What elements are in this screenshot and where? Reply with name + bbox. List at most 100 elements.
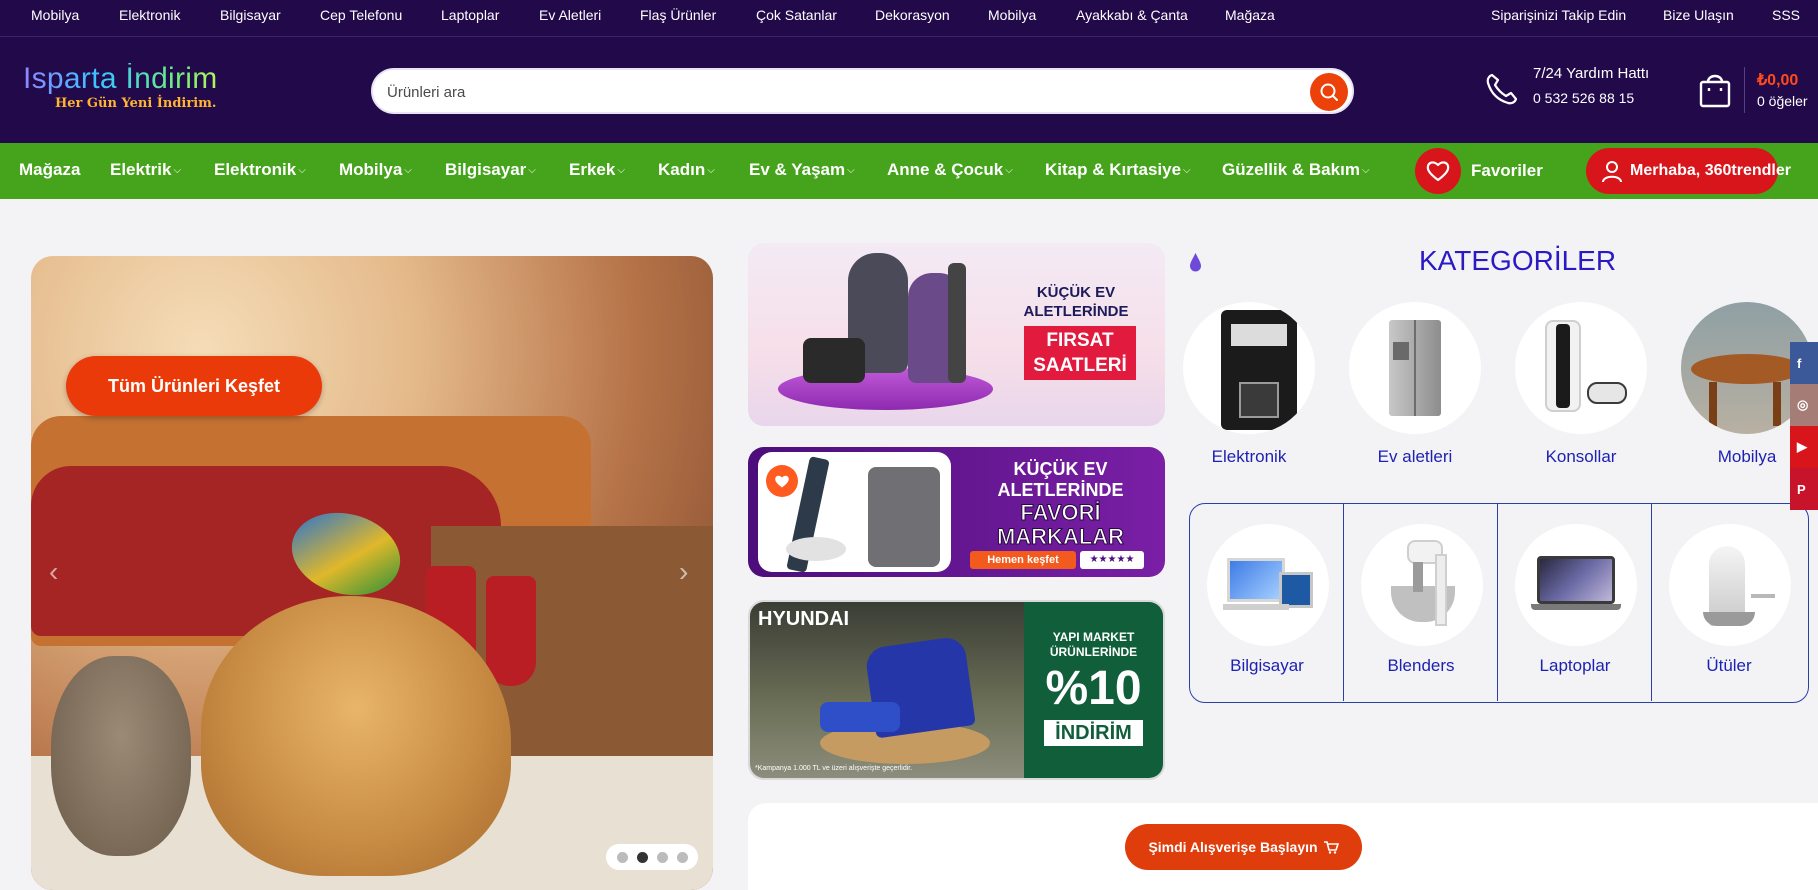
slider-dot[interactable]	[676, 851, 688, 863]
nav-item-elektrik[interactable]: Elektrik ⌵	[110, 160, 181, 180]
site-header: Isparta İndirim Her Gün Yeni İndirim. 7/…	[0, 37, 1818, 143]
categories-title: KATEGORİLER	[1419, 245, 1617, 276]
banner-tag: FIRSAT SAATLERİ	[1024, 326, 1136, 380]
banner-hyundai-discount[interactable]: HYUNDAI *Kampanya 1.000 TL ve üzeri alış…	[748, 600, 1165, 780]
category-blenders[interactable]: Blenders	[1344, 504, 1498, 701]
nav-item-bilgisayar[interactable]: Bilgisayar ⌵	[445, 160, 536, 180]
drop-icon	[1190, 253, 1201, 272]
top-link-dekorasyon[interactable]: Dekorasyon	[875, 0, 950, 30]
category-image	[1515, 524, 1637, 646]
category-image	[1349, 302, 1481, 434]
slider-dot-active[interactable]	[636, 851, 648, 863]
category-konsollar[interactable]: Konsollar	[1506, 302, 1656, 467]
category-label: Ev aletleri	[1377, 447, 1453, 466]
help-title: 7/24 Yardım Hattı	[1533, 65, 1650, 82]
account-button[interactable]: Merhaba, 360trendler	[1586, 148, 1791, 194]
facebook-icon[interactable]: f	[1790, 342, 1818, 384]
category-image	[1183, 302, 1315, 434]
category-bilgisayar[interactable]: Bilgisayar	[1190, 504, 1344, 701]
youtube-icon[interactable]: ▶	[1790, 426, 1818, 468]
top-link-elektronik[interactable]: Elektronik	[119, 0, 180, 30]
start-shopping-label: Şimdi Alışverişe Başlayın	[1148, 839, 1318, 855]
power-tool-image	[820, 702, 900, 732]
start-shopping-button[interactable]: Şimdi Alışverişe Başlayın	[1125, 824, 1362, 870]
slider-dot[interactable]	[616, 851, 628, 863]
nav-item-erkek[interactable]: Erkek ⌵	[569, 160, 625, 180]
cart-divider	[1744, 67, 1745, 113]
top-link-cok-satanlar[interactable]: Çok Satanlar	[756, 0, 837, 30]
banner-heading: KÜÇÜK EV ALETLERİNDE	[997, 459, 1124, 500]
category-laptoplar[interactable]: Laptoplar	[1498, 504, 1652, 701]
pinterest-icon[interactable]: P	[1790, 468, 1818, 510]
instagram-icon[interactable]: ◎	[1790, 384, 1818, 426]
explore-all-products-button[interactable]: Tüm Ürünleri Keşfet	[66, 356, 322, 416]
banner-brand: HYUNDAI	[758, 608, 850, 630]
top-bar: Mobilya Elektronik Bilgisayar Cep Telefo…	[0, 0, 1818, 37]
category-image	[1361, 524, 1483, 646]
top-link-bize-ulasin[interactable]: Bize Ulaşın	[1663, 0, 1734, 30]
cart-count[interactable]: 0 öğeler	[1757, 93, 1808, 109]
top-link-ev-aletleri[interactable]: Ev Aletleri	[539, 0, 601, 30]
heart-icon	[766, 465, 798, 497]
nav-item-kadin[interactable]: Kadın ⌵	[658, 160, 715, 180]
top-link-mobilya-2[interactable]: Mobilya	[988, 0, 1036, 30]
category-utuler[interactable]: Ütüler	[1652, 504, 1806, 701]
discover-now-button[interactable]: Hemen keşfet	[970, 551, 1076, 569]
banner-offer-line: YAPI MARKET ÜRÜNLERİNDE	[1049, 630, 1138, 659]
banner-offer-word: İNDİRİM	[1044, 720, 1143, 746]
nav-item-elektronik[interactable]: Elektronik ⌵	[214, 160, 306, 180]
banner-favorite-brands[interactable]: KÜÇÜK EV ALETLERİNDE FAVORİ MARKALAR Hem…	[748, 447, 1165, 577]
slider-next-arrow[interactable]: ›	[679, 556, 688, 588]
category-image	[1669, 524, 1791, 646]
top-link-siparis-takip[interactable]: Siparişinizi Takip Edin	[1491, 0, 1626, 30]
chevron-down-icon: ⌵	[1183, 165, 1191, 176]
category-elektronik[interactable]: Elektronik	[1174, 302, 1324, 467]
category-label: Blenders	[1387, 656, 1455, 675]
cart-icon[interactable]	[1698, 70, 1732, 108]
site-logo[interactable]: Isparta İndirim Her Gün Yeni İndirim.	[23, 62, 218, 112]
top-link-cep-telefonu[interactable]: Cep Telefonu	[320, 0, 402, 30]
category-ev-aletleri[interactable]: Ev aletleri	[1340, 302, 1490, 467]
cart-total[interactable]: ₺0,00	[1757, 70, 1798, 90]
top-link-magaza[interactable]: Mağaza	[1225, 0, 1275, 30]
slider-prev-arrow[interactable]: ‹	[49, 556, 58, 588]
nav-item-magaza[interactable]: Mağaza	[19, 160, 80, 180]
top-link-mobilya[interactable]: Mobilya	[31, 0, 79, 30]
help-phone: 0 532 526 88 15	[1533, 90, 1635, 106]
banner-small-appliances-deals[interactable]: KÜÇÜK EV ALETLERİNDE FIRSAT SAATLERİ	[748, 243, 1165, 426]
chevron-down-icon: ⌵	[1005, 165, 1013, 176]
category-label: Elektronik	[1211, 447, 1287, 466]
search-bar	[371, 68, 1354, 114]
nav-item-ev-yasam[interactable]: Ev & Yaşam ⌵	[749, 160, 855, 180]
rating-stars: ★★★★★	[1080, 551, 1144, 569]
nav-item-kitap-kirtasiye[interactable]: Kitap & Kırtasiye ⌵	[1045, 160, 1191, 180]
top-link-bilgisayar[interactable]: Bilgisayar	[220, 0, 281, 30]
nav-item-mobilya[interactable]: Mobilya ⌵	[339, 160, 412, 180]
category-label: Konsollar	[1545, 447, 1617, 466]
banner-tag: FAVORİ MARKALAR	[996, 500, 1125, 549]
banner-heading: KÜÇÜK EV ALETLERİNDE	[1023, 284, 1129, 320]
hero-slider[interactable]: Tüm Ürünleri Keşfet ‹ ›	[31, 256, 713, 890]
slider-dots	[606, 844, 698, 870]
heart-icon	[1426, 161, 1450, 182]
nav-item-anne-cocuk[interactable]: Anne & Çocuk ⌵	[887, 160, 1013, 180]
cart-icon	[1323, 840, 1339, 854]
search-button[interactable]	[1310, 73, 1348, 111]
top-link-flas-urunler[interactable]: Flaş Ürünler	[640, 0, 716, 30]
chevron-down-icon: ⌵	[1361, 165, 1370, 176]
chevron-down-icon: ⌵	[707, 165, 715, 176]
top-link-laptoplar[interactable]: Laptoplar	[441, 0, 499, 30]
banner-fine-print: *Kampanya 1.000 TL ve üzeri alışverişte …	[755, 765, 913, 772]
top-link-sss[interactable]: SSS	[1772, 0, 1800, 30]
hero-image-stocking	[486, 576, 536, 686]
top-link-ayakkabi-canta[interactable]: Ayakkabı & Çanta	[1076, 0, 1188, 30]
robot-vacuum-image	[786, 537, 846, 561]
stick-vacuum-image	[948, 263, 966, 383]
nav-item-guzellik-bakim[interactable]: Güzellik & Bakım ⌵	[1222, 160, 1370, 180]
search-input[interactable]	[387, 80, 1287, 104]
favorites-label: Favoriler	[1471, 161, 1543, 180]
chevron-down-icon: ⌵	[298, 165, 306, 176]
logo-title: Isparta İndirim	[23, 62, 218, 95]
search-icon	[1320, 83, 1338, 101]
slider-dot[interactable]	[656, 851, 668, 863]
